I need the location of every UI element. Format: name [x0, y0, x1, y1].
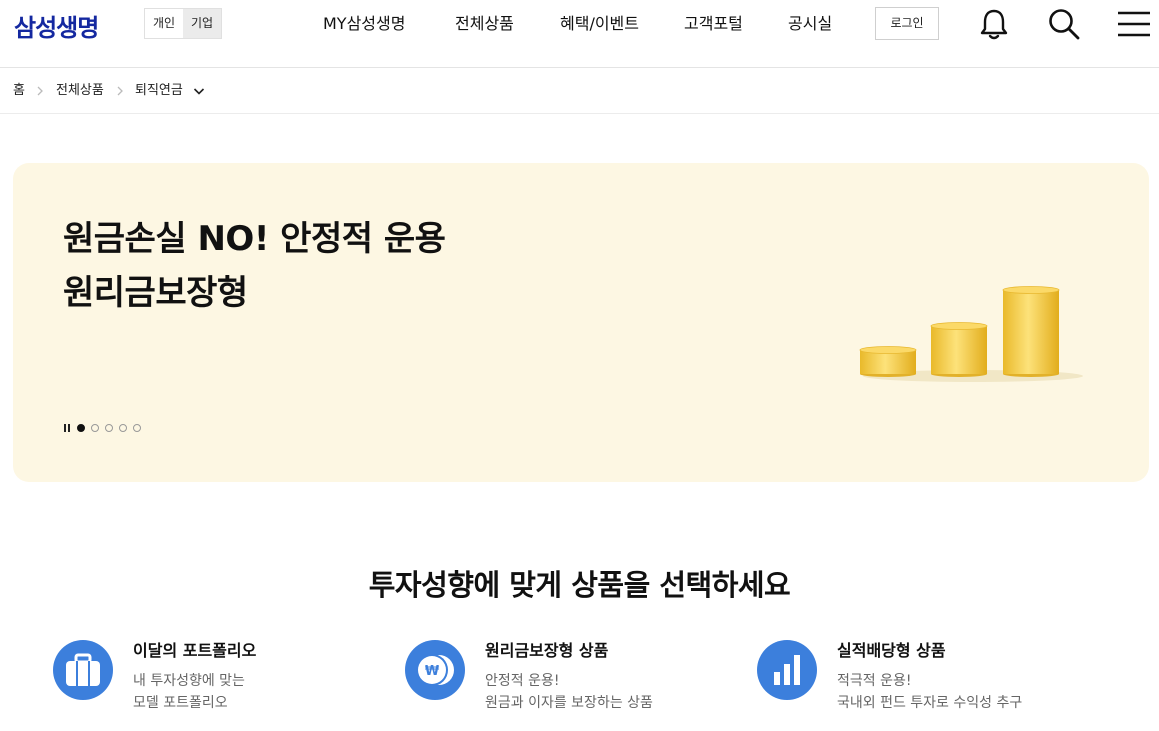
card-monthly-portfolio[interactable]: 이달의 포트폴리오 내 투자성향에 맞는 모델 포트폴리오 — [53, 637, 393, 727]
site-header: 삼성생명 개인 기업 MY삼성생명 전체상품 혜택/이벤트 고객포털 공시실 로… — [0, 0, 1159, 68]
breadcrumb-all-products[interactable]: 전체상품 — [56, 82, 104, 100]
nav-benefits-events[interactable]: 혜택/이벤트 — [560, 13, 639, 35]
nav-disclosure[interactable]: 공시실 — [788, 13, 832, 35]
bell-icon[interactable] — [976, 6, 1012, 42]
card-desc: 국내외 펀드 투자로 수익성 추구 — [837, 695, 1023, 711]
logo[interactable]: 삼성생명 — [14, 8, 99, 43]
card-desc: 적극적 운용! — [837, 673, 912, 689]
breadcrumb: 홈 전체상품 퇴직연금 — [0, 69, 1159, 114]
slide-pager — [64, 422, 147, 434]
card-desc: 원금과 이자를 보장하는 상품 — [485, 695, 653, 711]
search-icon[interactable] — [1046, 6, 1082, 42]
card-performance-based[interactable]: 실적배당형 상품 적극적 운용! 국내외 펀드 투자로 수익성 추구 — [757, 637, 1097, 727]
breadcrumb-home[interactable]: 홈 — [13, 82, 25, 100]
svg-text:₩: ₩ — [425, 664, 440, 679]
card-title: 실적배당형 상품 — [837, 641, 946, 660]
card-desc: 모델 포트폴리오 — [133, 695, 228, 711]
customer-type-toggle: 개인 기업 — [144, 8, 222, 39]
segment-personal[interactable]: 개인 — [145, 9, 183, 38]
nav-all-products[interactable]: 전체상품 — [455, 13, 514, 35]
segment-corporate[interactable]: 기업 — [183, 9, 221, 38]
pause-icon[interactable] — [64, 424, 70, 432]
card-title: 이달의 포트폴리오 — [133, 641, 257, 660]
briefcase-icon — [53, 640, 113, 700]
slide-dot[interactable] — [119, 424, 127, 432]
nav-customer-portal[interactable]: 고객포털 — [684, 13, 743, 35]
card-principal-guaranteed[interactable]: ₩ 원리금보장형 상품 안정적 운용! 원금과 이자를 보장하는 상품 — [405, 637, 745, 727]
login-button[interactable]: 로그인 — [875, 7, 939, 40]
menu-icon[interactable] — [1116, 6, 1152, 42]
section-title: 투자성향에 맞게 상품을 선택하세요 — [368, 568, 791, 602]
bar-chart-icon — [757, 640, 817, 700]
card-desc: 안정적 운용! — [485, 673, 560, 689]
hero-banner[interactable]: 원금손실 NO! 안정적 운용 원리금보장형 — [13, 163, 1149, 482]
nav-my-samsung[interactable]: MY삼성생명 — [323, 13, 405, 35]
slide-dot[interactable] — [105, 424, 113, 432]
card-title: 원리금보장형 상품 — [485, 641, 609, 660]
card-desc: 내 투자성향에 맞는 — [133, 673, 245, 689]
coin-stacks-illustration — [859, 286, 1083, 382]
slide-dot[interactable] — [133, 424, 141, 432]
chevron-down-icon[interactable] — [192, 84, 206, 98]
banner-subheadline: 원리금보장형 — [63, 273, 248, 313]
slide-dot[interactable] — [91, 424, 99, 432]
banner-headline: 원금손실 NO! 안정적 운용 — [63, 219, 446, 259]
chevron-right-icon — [37, 86, 43, 96]
won-coin-icon: ₩ — [405, 640, 465, 700]
chevron-right-icon — [117, 86, 123, 96]
breadcrumb-retirement-pension[interactable]: 퇴직연금 — [135, 82, 183, 100]
slide-dot[interactable] — [77, 424, 85, 432]
